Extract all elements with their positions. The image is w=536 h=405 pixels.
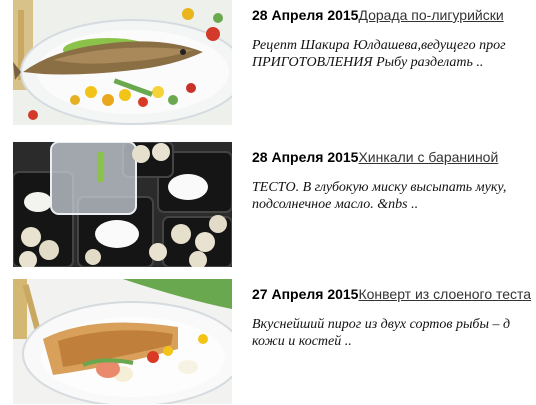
article-date: 28 Апреля 2015 xyxy=(252,149,359,165)
article-excerpt: Рецепт Шакира Юлдашева,ведущего прог ПРИ… xyxy=(252,38,506,70)
article-item: 27 Апреля 2015Конверт из слоеного теста … xyxy=(0,279,536,405)
article-title-link[interactable]: Дорада по-лигурийски xyxy=(358,7,503,23)
article-date: 28 Апреля 2015 xyxy=(252,7,359,23)
article-title-link[interactable]: Хинкали с бараниной xyxy=(358,149,498,165)
article-excerpt: Вкуснейший пирог из двух сортов рыбы – д… xyxy=(252,317,511,349)
article-item: 28 Апреля 2015Хинкали с бараниной ТЕСТО.… xyxy=(0,142,536,268)
article-header: 27 Апреля 2015Конверт из слоеного теста xyxy=(252,286,531,303)
article-date: 27 Апреля 2015 xyxy=(252,286,359,302)
article-excerpt: ТЕСТО. В глубокую миску высыпать муку, п… xyxy=(252,180,507,212)
article-thumbnail-khinkali[interactable] xyxy=(13,142,232,267)
article-header: 28 Апреля 2015Хинкали с бараниной xyxy=(252,149,498,166)
article-thumbnail-pastry[interactable] xyxy=(13,279,232,404)
article-header: 28 Апреля 2015Дорада по-лигурийски xyxy=(252,7,504,24)
article-title-link[interactable]: Конверт из слоеного теста xyxy=(358,286,531,302)
article-item: 28 Апреля 2015Дорада по-лигурийски Рецеп… xyxy=(0,0,536,126)
article-thumbnail-fish[interactable] xyxy=(13,0,232,125)
